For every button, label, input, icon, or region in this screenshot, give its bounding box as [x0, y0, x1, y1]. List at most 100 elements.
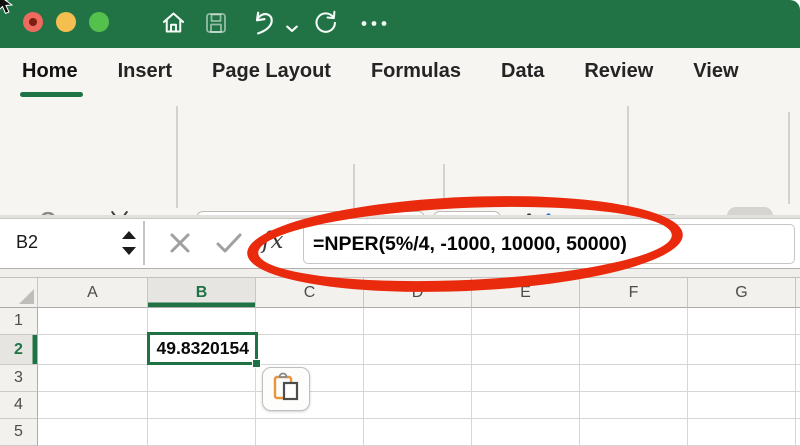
cell-E5[interactable] [472, 419, 580, 446]
cell-D5[interactable] [364, 419, 472, 446]
ribbon: Paste Aria [0, 100, 800, 304]
undo-icon[interactable] [249, 8, 278, 37]
redo-icon[interactable] [312, 9, 339, 36]
formula-bar: B2 fx =NPER(5%/4, -1000, 10000, 50000) [0, 219, 800, 269]
cell-B1[interactable] [148, 308, 256, 335]
cell-G2[interactable] [688, 335, 796, 365]
cell-F1[interactable] [580, 308, 688, 335]
zoom-window-button[interactable] [89, 12, 109, 32]
cell-E2[interactable] [472, 335, 580, 365]
tab-home[interactable]: Home [22, 60, 78, 83]
insert-function-icon[interactable]: fx [262, 228, 283, 254]
cell-F5[interactable] [580, 419, 688, 446]
cell-A3[interactable] [38, 365, 148, 392]
stepper-up-icon[interactable] [122, 231, 136, 239]
cell-G3[interactable] [688, 365, 796, 392]
select-all-triangle-icon [19, 289, 34, 304]
cell-A4[interactable] [38, 392, 148, 419]
grid-row-1: 1 [0, 308, 800, 335]
column-header-e[interactable]: E [472, 278, 580, 308]
cell-C1[interactable] [256, 308, 364, 335]
cell-A5[interactable] [38, 419, 148, 446]
paste-options-icon [273, 372, 300, 407]
ribbon-divider [176, 106, 178, 208]
row-header-2[interactable]: 2 [0, 335, 38, 365]
cell-F2[interactable] [580, 335, 688, 365]
grid-row-2: 2 [0, 335, 800, 365]
row-header-3[interactable]: 3 [0, 365, 38, 392]
cell-C2[interactable] [256, 335, 364, 365]
ribbon-divider [788, 112, 790, 204]
cell-D4[interactable] [364, 392, 472, 419]
cell-F4[interactable] [580, 392, 688, 419]
more-icon[interactable] [360, 19, 388, 28]
tab-insert[interactable]: Insert [118, 60, 172, 83]
column-header-row: A B C D E F G [0, 278, 800, 308]
row-header-4[interactable]: 4 [0, 392, 38, 419]
ribbon-divider [627, 106, 629, 208]
cell-D2[interactable] [364, 335, 472, 365]
spreadsheet-grid: A B C D E F G 1 2 3 4 5 [0, 277, 800, 446]
cancel-icon[interactable] [168, 231, 192, 260]
close-window-button[interactable] [23, 12, 43, 32]
cell-B5[interactable] [148, 419, 256, 446]
active-tab-underline [20, 92, 83, 97]
cell-partial [796, 365, 800, 392]
column-header-a[interactable]: A [38, 278, 148, 308]
confirm-icon[interactable] [215, 231, 243, 260]
cell-partial [796, 308, 800, 335]
cell-F3[interactable] [580, 365, 688, 392]
cell-partial [796, 335, 800, 365]
ribbon-tab-bar: Home Insert Page Layout Formulas Data Re… [0, 48, 800, 100]
column-header-partial [796, 278, 800, 308]
column-header-g[interactable]: G [688, 278, 796, 308]
title-bar [0, 0, 800, 48]
tab-view[interactable]: View [693, 60, 738, 83]
cell-E4[interactable] [472, 392, 580, 419]
name-box[interactable]: B2 [16, 232, 38, 253]
cell-E3[interactable] [472, 365, 580, 392]
cell-partial [796, 392, 800, 419]
cell-partial [796, 419, 800, 446]
column-header-d[interactable]: D [364, 278, 472, 308]
minimize-window-button[interactable] [56, 12, 76, 32]
row-header-5[interactable]: 5 [0, 419, 38, 446]
cell-D3[interactable] [364, 365, 472, 392]
selected-cell-value: 49.8320154 [156, 338, 249, 358]
cell-G5[interactable] [688, 419, 796, 446]
cell-A2[interactable] [38, 335, 148, 365]
cell-G1[interactable] [688, 308, 796, 335]
formula-bar-bottom-strip [0, 269, 800, 277]
cell-B3[interactable] [148, 365, 256, 392]
cell-G4[interactable] [688, 392, 796, 419]
tab-formulas[interactable]: Formulas [371, 60, 461, 83]
column-header-f[interactable]: F [580, 278, 688, 308]
cell-A1[interactable] [38, 308, 148, 335]
select-all-button[interactable] [0, 278, 38, 308]
save-icon[interactable] [204, 11, 228, 35]
formula-bar-divider [143, 221, 145, 265]
column-header-c[interactable]: C [256, 278, 364, 308]
undo-chevron-icon[interactable] [286, 20, 298, 38]
tab-page-layout[interactable]: Page Layout [212, 60, 331, 83]
cell-B4[interactable] [148, 392, 256, 419]
excel-window: Home Insert Page Layout Formulas Data Re… [0, 0, 800, 446]
selected-cell-B2[interactable]: 49.8320154 [147, 332, 258, 365]
name-box-stepper[interactable] [122, 230, 136, 258]
grid-row-4: 4 [0, 392, 800, 419]
tab-review[interactable]: Review [584, 60, 653, 83]
cell-E1[interactable] [472, 308, 580, 335]
cell-C5[interactable] [256, 419, 364, 446]
home-icon[interactable] [160, 9, 187, 36]
cell-D1[interactable] [364, 308, 472, 335]
paste-options-button[interactable] [262, 367, 310, 411]
tab-data[interactable]: Data [501, 60, 544, 83]
mouse-cursor-icon [0, 0, 14, 22]
formula-input[interactable]: =NPER(5%/4, -1000, 10000, 50000) [303, 224, 795, 264]
row-header-1[interactable]: 1 [0, 308, 38, 335]
stepper-down-icon[interactable] [122, 247, 136, 255]
fill-handle[interactable] [252, 359, 261, 368]
formula-text: =NPER(5%/4, -1000, 10000, 50000) [313, 232, 627, 255]
grid-row-3: 3 [0, 365, 800, 392]
column-header-b[interactable]: B [148, 278, 256, 308]
